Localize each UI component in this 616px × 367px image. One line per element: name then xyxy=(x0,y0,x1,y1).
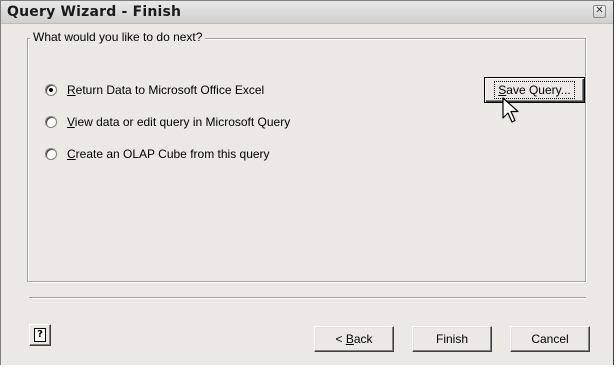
finish-button-label: Finish xyxy=(435,332,468,346)
option-return-data[interactable]: Return Data to Microsoft Office Excel xyxy=(45,82,264,98)
help-icon: ? xyxy=(34,328,46,342)
group-legend: What would you like to do next? xyxy=(30,30,206,44)
back-button[interactable]: < Back xyxy=(314,326,394,352)
cancel-button[interactable]: Cancel xyxy=(510,326,590,352)
mouse-pointer-icon xyxy=(502,97,519,123)
cancel-button-label: Cancel xyxy=(531,332,569,346)
option-view-query[interactable]: View data or edit query in Microsoft Que… xyxy=(45,114,290,130)
option-view-query-label[interactable]: View data or edit query in Microsoft Que… xyxy=(67,115,290,129)
title-bar: Query Wizard - Finish ✕ xyxy=(1,1,613,24)
radio-return-data[interactable] xyxy=(45,84,57,96)
window-title: Query Wizard - Finish xyxy=(7,4,182,20)
option-return-data-label[interactable]: Return Data to Microsoft Office Excel xyxy=(67,83,264,97)
option-olap-cube[interactable]: Create an OLAP Cube from this query xyxy=(45,146,270,162)
radio-olap-cube[interactable] xyxy=(45,148,57,160)
back-button-label: < Back xyxy=(335,332,373,346)
button-separator xyxy=(29,297,586,299)
finish-button[interactable]: Finish xyxy=(412,326,492,352)
help-button[interactable]: ? xyxy=(29,324,51,346)
close-icon[interactable]: ✕ xyxy=(593,5,606,18)
radio-view-query[interactable] xyxy=(45,116,57,128)
option-olap-cube-label[interactable]: Create an OLAP Cube from this query xyxy=(67,147,270,161)
